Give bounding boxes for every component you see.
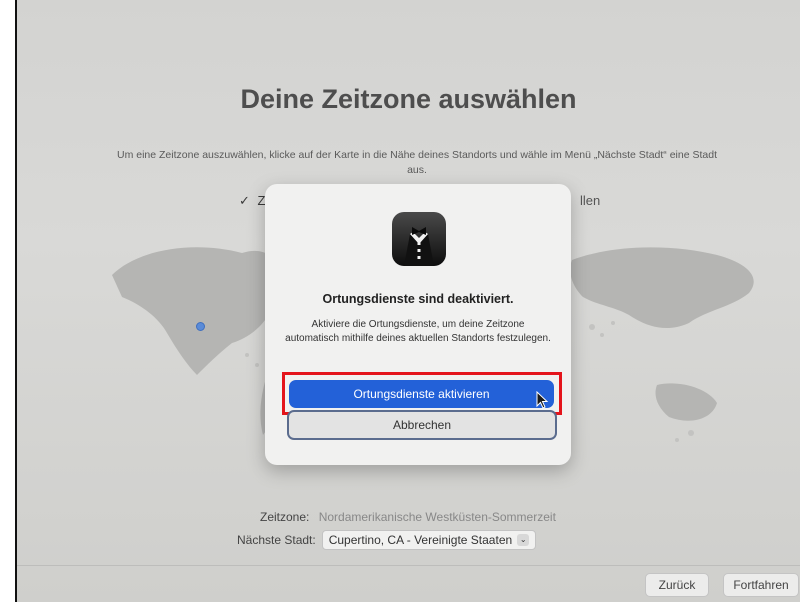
location-pin-icon[interactable] (196, 322, 205, 331)
chevron-down-icon: ⌄ (517, 534, 530, 546)
footer-divider (17, 565, 800, 566)
dialog-message: Aktiviere die Ortungsdienste, um deine Z… (285, 319, 551, 344)
timezone-value: Nordamerikanische Westküsten-Sommerzeit (318, 510, 556, 524)
continue-button[interactable]: Fortfahren (723, 573, 799, 597)
butler-tuxedo-icon (392, 212, 446, 266)
checkmark-icon: ✓ (239, 193, 250, 208)
nearest-city-select[interactable]: Cupertino, CA - Vereinigte Staaten ⌄ (321, 530, 537, 550)
mouse-cursor-icon (536, 391, 549, 409)
eurasia-shape (570, 247, 754, 329)
auto-timezone-checkbox[interactable]: ✓ Z (239, 193, 265, 209)
dialog-title: Ortungsdienste sind deaktiviert. (322, 292, 514, 306)
nearest-city-row: Nächste Stadt: Cupertino, CA - Vereinigt… (237, 530, 537, 550)
back-button[interactable]: Zurück (645, 573, 709, 597)
oceania-shape (655, 383, 717, 421)
timezone-label: Zeitzone: (260, 510, 310, 524)
checkbox-label-end: llen (580, 193, 601, 208)
cancel-button[interactable]: Abbrechen (287, 410, 557, 440)
timezone-row: Zeitzone: Nordamerikanische Westküsten-S… (260, 510, 556, 524)
nearest-city-label: Nächste Stadt: (237, 533, 316, 547)
setup-screen: Deine Zeitzone auswählen Um eine Zeitzon… (17, 0, 800, 602)
north-america-shape (112, 247, 280, 375)
highlight-box (282, 372, 562, 415)
page-subtitle: Um eine Zeitzone auszuwählen, klicke auf… (117, 149, 717, 176)
nearest-city-value: Cupertino, CA - Vereinigte Staaten (328, 533, 513, 547)
page-title: Deine Zeitzone auswählen (240, 84, 577, 114)
